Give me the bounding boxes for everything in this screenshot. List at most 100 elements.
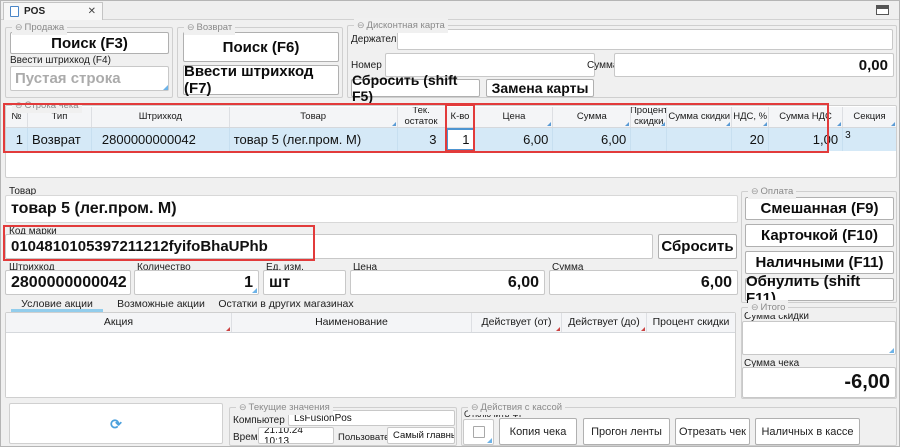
tab-promo-possible[interactable]: Возможные акции (113, 296, 209, 312)
collapse-icon[interactable]: ⊖ (15, 100, 23, 110)
total-panel-title: Итого (761, 302, 786, 313)
col-barcode[interactable]: Штрихкод (92, 107, 230, 127)
restore-window-icon[interactable] (876, 5, 889, 15)
collapse-icon[interactable]: ⊖ (751, 302, 759, 312)
holder-label: Держатель (351, 34, 402, 45)
time-field[interactable]: 21.10.24 10:13 (258, 427, 334, 444)
computer-label: Компьютер (233, 415, 285, 426)
sale-barcode-label: Ввести штрихкод (F4) (10, 55, 111, 66)
cash-actions-title: Действия с кассой (481, 402, 563, 413)
col-stock[interactable]: Тек. остаток (398, 107, 446, 127)
mark-reset-button[interactable]: Сбросить (658, 234, 737, 259)
tape-run-button[interactable]: Прогон ленты (583, 418, 670, 445)
payment-panel-caption: ⊖Оплата (748, 184, 796, 199)
tab-promo-conditions[interactable]: Условие акции (11, 296, 103, 312)
cell-price[interactable]: 6,00 (475, 128, 553, 151)
discount-sum-field[interactable] (742, 321, 896, 355)
sale-barcode-input[interactable] (10, 66, 169, 91)
promo-col-name[interactable]: Наименование (232, 313, 472, 332)
barcode-field[interactable]: 2800000000042 (5, 270, 131, 295)
price-field[interactable]: 6,00 (350, 270, 545, 295)
col-section[interactable]: Секция (843, 107, 896, 127)
promo-table-body[interactable] (6, 333, 735, 397)
cell-sum[interactable]: 6,00 (553, 128, 631, 151)
user-field[interactable]: Самый главны... (387, 427, 455, 444)
cell-vat-pct[interactable]: 20 (732, 128, 769, 151)
qty-field[interactable]: 1 (134, 270, 259, 295)
collapse-icon[interactable]: ⊖ (239, 402, 247, 412)
sale-barcode-field-wrap (10, 66, 169, 91)
product-name-field: товар 5 (лег.пром. М) (5, 195, 738, 223)
col-discount-sum[interactable]: Сумма скидки (667, 107, 732, 127)
holder-field[interactable] (397, 29, 893, 50)
sale-search-button[interactable]: Поиск (F3) (10, 32, 169, 54)
mark-code-field[interactable]: 0104810105397211212fyifoBhaUPhb (5, 234, 653, 259)
disable-fr-checkbox-field[interactable] (463, 419, 494, 445)
receipt-table-row[interactable]: 1 Возврат 2800000000042 товар 5 (лег.про… (6, 128, 896, 151)
cash-actions-panel: ⊖Действия с кассой Отключить ФР Копия че… (461, 407, 897, 446)
receipt-line-caption: ⊖Строка чека (12, 98, 82, 113)
collapse-icon[interactable]: ⊖ (751, 186, 759, 196)
payment-card-button[interactable]: Карточкой (F10) (745, 224, 894, 247)
cell-discount-pct[interactable] (631, 128, 667, 151)
cell-vat-sum[interactable]: 1,00 (769, 128, 843, 151)
discount-card-panel: ⊖Дисконтная карта Держатель Номер Сумма … (347, 25, 897, 98)
current-values-panel: ⊖Текущие значения Компьютер LsFusionPos … (229, 407, 457, 446)
collapse-icon[interactable]: ⊖ (187, 22, 195, 32)
payment-mixed-button[interactable]: Смешанная (F9) (745, 197, 894, 220)
payment-panel-title: Оплата (761, 186, 794, 197)
col-vat-pct[interactable]: НДС, % (732, 107, 769, 127)
cell-stock[interactable]: 3 (398, 128, 446, 151)
card-number-label: Номер (351, 60, 382, 71)
payment-cash-button[interactable]: Наличными (F11) (745, 251, 894, 274)
collapse-icon[interactable]: ⊖ (357, 20, 365, 30)
col-product[interactable]: Товар (230, 107, 398, 127)
document-icon (10, 6, 19, 17)
tab-bar: POS ✕ (1, 1, 900, 20)
cell-barcode[interactable]: 2800000000042 (92, 128, 230, 151)
cell-number[interactable]: 1 (6, 128, 28, 151)
refund-search-button[interactable]: Поиск (F6) (183, 32, 339, 62)
collapse-icon[interactable]: ⊖ (15, 22, 23, 32)
tab-title: POS (24, 6, 45, 17)
close-tab-icon[interactable]: ✕ (88, 6, 96, 17)
refresh-button[interactable]: ⟳ (9, 403, 223, 444)
cash-in-register-button[interactable]: Наличных в кассе (755, 418, 860, 445)
cut-receipt-button[interactable]: Отрезать чек (675, 418, 750, 445)
promo-col-action[interactable]: Акция (6, 313, 232, 332)
unit-field[interactable]: шт (263, 270, 346, 295)
pos-window: POS ✕ ⊖Продажа Поиск (F3) Ввести штрихко… (0, 0, 900, 447)
total-panel-caption: ⊖Итого (748, 300, 788, 315)
cell-section[interactable]: 3 (843, 128, 896, 151)
col-qty[interactable]: К-во (446, 107, 476, 127)
cell-product[interactable]: товар 5 (лег.пром. М) (230, 128, 398, 151)
col-sum[interactable]: Сумма (553, 107, 631, 127)
col-discount-pct[interactable]: Процент скидки (631, 107, 667, 127)
card-reset-button[interactable]: Сбросить (shift F5) (351, 79, 480, 97)
promo-col-discount-pct[interactable]: Процент скидки (647, 313, 735, 332)
receipt-copy-button[interactable]: Копия чека (499, 418, 577, 445)
cell-type[interactable]: Возврат (28, 128, 92, 151)
sale-panel-caption: ⊖Продажа (12, 20, 67, 35)
col-vat-sum[interactable]: Сумма НДС (769, 107, 843, 127)
current-values-caption: ⊖Текущие значения (236, 400, 333, 415)
disable-fr-checkbox[interactable] (473, 426, 485, 438)
refund-panel-title: Возврат (197, 22, 233, 33)
total-panel: ⊖Итого Сумма скидки Сумма чека -6,00 (741, 307, 897, 399)
refund-panel: ⊖Возврат Поиск (F6) Ввести штрихкод (F7) (177, 27, 343, 98)
collapse-icon[interactable]: ⊖ (471, 402, 479, 412)
refund-barcode-button[interactable]: Ввести штрихкод (F7) (183, 65, 339, 95)
refresh-icon: ⟳ (110, 417, 122, 431)
promo-col-valid-from[interactable]: Действует (от) (472, 313, 562, 332)
promo-col-valid-to[interactable]: Действует (до) (562, 313, 647, 332)
cell-qty-editor[interactable]: 1 (446, 128, 476, 151)
col-price[interactable]: Цена (475, 107, 553, 127)
card-replace-button[interactable]: Замена карты (486, 79, 594, 97)
card-sum-field[interactable]: 0,00 (614, 53, 894, 77)
tab-pos[interactable]: POS ✕ (3, 2, 103, 20)
tab-other-stores-stock[interactable]: Остатки в других магазинах (216, 296, 356, 312)
cell-discount-sum[interactable] (667, 128, 732, 151)
sum-field[interactable]: 6,00 (549, 270, 738, 295)
receipt-table-header: № Тип Штрихкод Товар Тек. остаток К-во Ц… (6, 107, 896, 128)
payment-clear-button[interactable]: Обнулить (shift F11) (745, 278, 894, 301)
